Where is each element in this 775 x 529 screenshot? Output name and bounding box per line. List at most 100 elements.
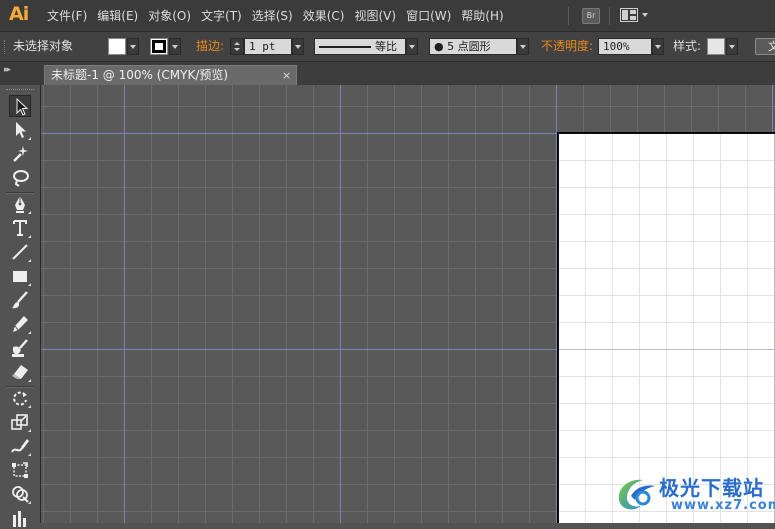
stroke-weight-stepper[interactable] <box>230 38 244 55</box>
opacity-dropdown[interactable] <box>652 38 664 55</box>
menu-window[interactable]: 窗口(W) <box>405 0 460 32</box>
menu-separator <box>568 7 569 25</box>
chevron-down-icon <box>295 45 301 49</box>
layout-icon <box>620 8 638 22</box>
menu-object[interactable]: 对象(O) <box>147 0 200 32</box>
variable-width-profile[interactable]: 等比 <box>314 38 406 55</box>
artboard[interactable] <box>558 133 775 523</box>
chevron-down-icon <box>130 45 136 49</box>
direct-selection-tool-button[interactable] <box>9 119 31 141</box>
free-transform-tool-icon <box>12 462 28 478</box>
free-transform-tool-button[interactable] <box>9 459 31 481</box>
document-tab[interactable]: 未标题-1 @ 100% (CMYK/预览) × <box>44 65 297 85</box>
graphic-style-dropdown[interactable] <box>726 38 738 55</box>
document-setup-button[interactable]: 文 <box>755 38 775 55</box>
tool-flyout-indicator <box>28 405 31 408</box>
app-logo: Ai <box>9 3 29 25</box>
bridge-button[interactable]: Br <box>582 8 600 24</box>
canvas-area[interactable] <box>41 85 775 523</box>
stroke-swatch-icon <box>152 40 166 53</box>
graphic-style-swatch[interactable] <box>707 38 725 55</box>
document-tab-bar: 未标题-1 @ 100% (CMYK/预览) × <box>41 62 775 85</box>
tool-flyout-indicator <box>28 235 31 238</box>
pen-tool-button[interactable] <box>9 193 31 215</box>
scale-tool-button[interactable] <box>9 411 31 433</box>
close-tab-button[interactable]: × <box>282 66 291 85</box>
magic-wand-tool-button[interactable] <box>9 143 31 165</box>
tool-flyout-indicator <box>28 501 31 504</box>
rotate-tool-button[interactable] <box>9 387 31 409</box>
menu-help[interactable]: 帮助(H) <box>460 0 512 32</box>
menu-effect[interactable]: 效果(C) <box>302 0 354 32</box>
style-label: 样式: <box>673 39 702 53</box>
shape-builder-tool-button[interactable] <box>9 483 31 505</box>
profile-dropdown[interactable] <box>406 38 418 55</box>
tools-panel <box>0 85 41 527</box>
stepper-arrows-icon <box>234 42 240 51</box>
chevron-down-icon <box>655 45 661 49</box>
panel-grip[interactable] <box>6 89 34 92</box>
menu-edit[interactable]: 编辑(E) <box>96 0 147 32</box>
fill-swatch[interactable] <box>108 38 126 55</box>
chevron-down-icon <box>729 45 735 49</box>
site-logo-icon <box>618 479 655 510</box>
menu-select[interactable]: 选择(S) <box>251 0 302 32</box>
stroke-label[interactable]: 描边: <box>196 32 224 62</box>
graph-tool-icon <box>13 511 26 527</box>
stroke-color-dropdown[interactable] <box>169 38 181 55</box>
watermark: 极光下载站 www.xz7.com <box>613 470 775 520</box>
collapse-panel-icon[interactable]: ▸▸ <box>4 65 11 75</box>
brush-definition[interactable]: ● 5 点圆形 <box>429 38 517 55</box>
eraser-tool-button[interactable] <box>9 361 31 383</box>
fill-dropdown[interactable] <box>127 38 139 55</box>
control-bar: 未选择对象 描边: 1 pt 等比 ● 5 点圆形 不透明度: 100% 样式:… <box>0 32 775 62</box>
type-tool-button[interactable] <box>9 217 31 239</box>
selection-tool-icon <box>16 97 29 116</box>
rectangle-tool-button[interactable] <box>9 265 31 287</box>
chevron-down-icon <box>642 13 648 17</box>
opacity-label[interactable]: 不透明度: <box>541 32 593 62</box>
menu-list: 文件(F) 编辑(E) 对象(O) 文字(T) 选择(S) 效果(C) 视图(V… <box>46 0 513 32</box>
chevron-down-icon <box>520 45 526 49</box>
workspace-switcher-button[interactable] <box>620 8 650 24</box>
tool-flyout-indicator <box>28 331 31 334</box>
tool-flyout-indicator <box>28 211 31 214</box>
stroke-weight-input[interactable]: 1 pt <box>244 38 292 55</box>
magic-wand-tool-icon <box>13 146 28 162</box>
menu-file[interactable]: 文件(F) <box>46 0 96 32</box>
chevron-down-icon <box>172 45 178 49</box>
paintbrush-tool-icon <box>12 291 28 309</box>
profile-line-icon <box>319 46 371 48</box>
line-tool-button[interactable] <box>9 241 31 263</box>
menu-separator <box>609 7 610 25</box>
chevron-down-icon <box>409 45 415 49</box>
watermark-url: www.xz7.com <box>671 498 775 513</box>
menu-type[interactable]: 文字(T) <box>200 0 251 32</box>
watermark-title: 极光下载站 <box>659 476 764 500</box>
warp-tool-button[interactable] <box>9 435 31 457</box>
paintbrush-tool-button[interactable] <box>9 289 31 311</box>
opacity-input[interactable]: 100% <box>598 38 652 55</box>
tool-flyout-indicator <box>28 259 31 262</box>
tool-flyout-indicator <box>28 137 31 140</box>
stroke-swatch[interactable] <box>150 38 168 55</box>
blob-brush-tool-icon <box>12 339 28 357</box>
brush-dropdown[interactable] <box>517 38 529 55</box>
menu-bar: Ai 文件(F) 编辑(E) 对象(O) 文字(T) 选择(S) 效果(C) 视… <box>0 0 775 32</box>
pencil-tool-button[interactable] <box>9 313 31 335</box>
profile-label: 等比 <box>375 40 397 53</box>
tool-flyout-indicator <box>28 453 31 456</box>
tool-flyout-indicator <box>28 429 31 432</box>
document-tab-title: 未标题-1 @ 100% (CMYK/预览) <box>51 68 229 82</box>
blob-brush-tool-button[interactable] <box>9 337 31 359</box>
menu-view[interactable]: 视图(V) <box>353 0 405 32</box>
selection-status: 未选择对象 <box>13 39 74 53</box>
toolbar-header: ▸▸ <box>0 62 41 85</box>
lasso-tool-icon <box>13 170 29 187</box>
tool-flyout-indicator <box>28 283 31 286</box>
panel-grip[interactable] <box>4 40 7 54</box>
lasso-tool-button[interactable] <box>9 167 31 189</box>
graph-tool-button[interactable] <box>9 507 31 529</box>
selection-tool-button[interactable] <box>9 95 31 117</box>
stroke-weight-dropdown[interactable] <box>292 38 304 55</box>
